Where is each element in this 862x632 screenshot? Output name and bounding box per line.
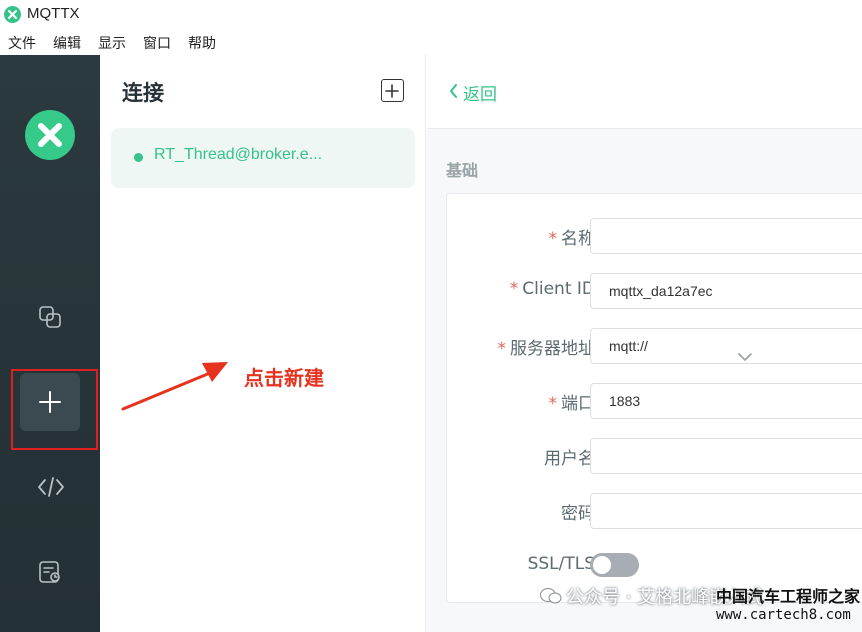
window-title: MQTTX bbox=[27, 5, 80, 22]
form-row-password: 密码 bbox=[447, 493, 862, 529]
connection-name: RT_Thread@broker.e... bbox=[154, 146, 323, 163]
field-label: * 名称 bbox=[549, 224, 596, 249]
field-label: * 服务器地址 bbox=[498, 334, 596, 359]
form-row-port: * 端口 1883 bbox=[447, 383, 862, 419]
field-label: SSL/TLS bbox=[527, 554, 595, 574]
toggle-knob bbox=[593, 556, 611, 574]
annotation-arrow-icon bbox=[121, 362, 228, 411]
protocol-value: mqtt:// bbox=[609, 338, 648, 354]
port-input[interactable]: 1883 bbox=[590, 383, 862, 419]
label-text: Client ID bbox=[522, 279, 595, 299]
plus-icon bbox=[385, 83, 399, 102]
username-input[interactable] bbox=[590, 438, 862, 474]
password-input[interactable] bbox=[590, 493, 862, 529]
connection-list-item[interactable]: RT_Thread@broker.e... bbox=[111, 128, 415, 188]
code-icon bbox=[37, 476, 65, 502]
log-icon bbox=[38, 560, 62, 588]
menu-view[interactable]: 显示 bbox=[98, 33, 126, 53]
chevron-left-icon bbox=[449, 83, 458, 103]
ssl-toggle[interactable] bbox=[590, 553, 639, 577]
menu-file[interactable]: 文件 bbox=[8, 33, 36, 53]
menu-window[interactable]: 窗口 bbox=[143, 33, 171, 53]
form-row-ssl: SSL/TLS bbox=[447, 548, 862, 584]
site-name: 中国汽车工程师之家 bbox=[716, 587, 861, 606]
main-panel: 返回 基础 * 名称 * Client ID mqttx_da12a7ec * 服务器… bbox=[427, 55, 862, 632]
required-mark: * bbox=[548, 229, 558, 249]
back-label: 返回 bbox=[463, 85, 497, 105]
basic-form: * 名称 * Client ID mqttx_da12a7ec * 服务器地址 mqt… bbox=[446, 193, 862, 603]
sidebar-item-script[interactable] bbox=[20, 458, 80, 516]
client-id-input[interactable]: mqttx_da12a7ec bbox=[590, 273, 862, 309]
menu-help[interactable]: 帮助 bbox=[188, 33, 216, 53]
protocol-select[interactable]: mqtt:// bbox=[590, 328, 862, 364]
form-row-name: * 名称 bbox=[447, 218, 862, 254]
form-row-client-id: * Client ID mqttx_da12a7ec bbox=[447, 273, 862, 309]
field-label: * Client ID bbox=[510, 279, 595, 299]
required-mark: * bbox=[497, 339, 507, 359]
menu-edit[interactable]: 编辑 bbox=[53, 33, 81, 53]
sidebar-item-connections[interactable] bbox=[20, 288, 80, 346]
title-bar: MQTTX bbox=[0, 0, 862, 30]
sidebar-item-log[interactable] bbox=[20, 543, 80, 601]
menu-bar: 文件 编辑 显示 窗口 帮助 bbox=[0, 30, 862, 55]
annotation-label: 点击新建 bbox=[244, 366, 324, 390]
section-title: 基础 bbox=[446, 161, 479, 180]
required-mark: * bbox=[509, 279, 519, 299]
connections-title: 连接 bbox=[122, 81, 164, 105]
form-row-username: 用户名 bbox=[447, 438, 862, 474]
mqttx-logo-icon bbox=[4, 6, 21, 23]
chevron-down-icon bbox=[738, 340, 752, 374]
form-row-host: * 服务器地址 mqtt:// bbox=[447, 328, 862, 364]
wechat-icon bbox=[540, 587, 562, 610]
sidebar bbox=[0, 55, 100, 632]
status-dot bbox=[134, 153, 143, 162]
new-connection-button[interactable] bbox=[381, 79, 404, 102]
main-header: 返回 bbox=[427, 55, 862, 129]
field-label: * 端口 bbox=[549, 389, 596, 414]
app-logo bbox=[25, 110, 75, 160]
field-label: 用户名 bbox=[544, 449, 595, 469]
connections-icon bbox=[38, 305, 62, 333]
back-button[interactable]: 返回 bbox=[449, 80, 497, 105]
site-url: www.cartech8.com bbox=[716, 607, 851, 623]
required-mark: * bbox=[548, 394, 558, 414]
label-text: 服务器地址 bbox=[510, 339, 595, 359]
connection-panel: 连接 RT_Thread@broker.e... bbox=[100, 55, 426, 632]
name-input[interactable] bbox=[590, 218, 862, 254]
highlight-box bbox=[11, 369, 98, 450]
